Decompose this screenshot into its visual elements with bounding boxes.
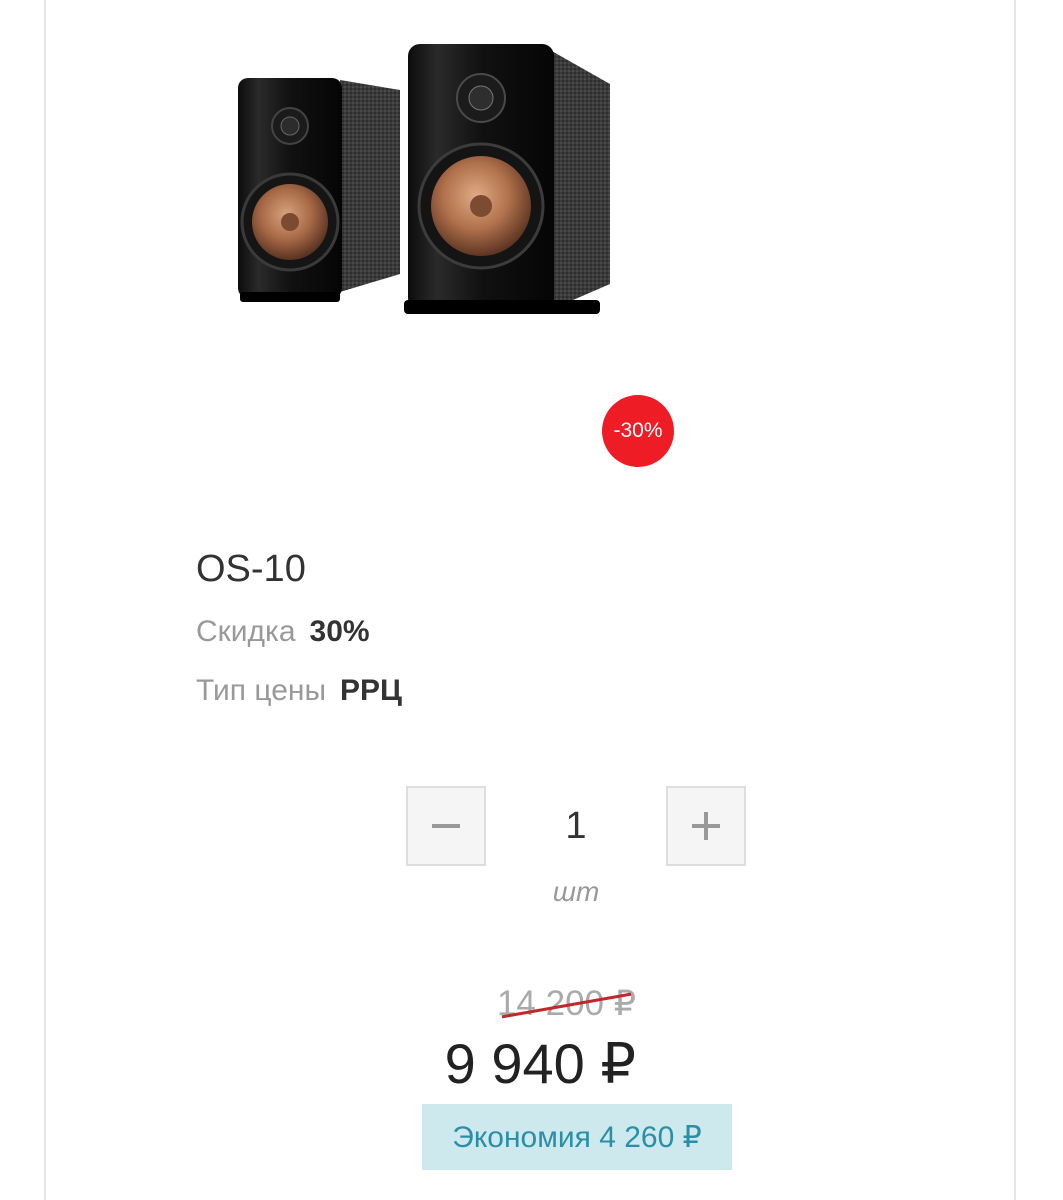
plus-icon (692, 812, 720, 840)
discount-badge: -30% (602, 395, 674, 467)
discount-row: Скидка 30% (196, 612, 370, 652)
quantity-decrease-button[interactable] (406, 786, 486, 866)
quantity-increase-button[interactable] (666, 786, 746, 866)
product-title[interactable]: OS-10 (196, 545, 306, 593)
minus-icon (432, 824, 460, 828)
product-card: -30% OS-10 Скидка 30% Тип цены РРЦ шт (44, 0, 1016, 1200)
old-price: 14 200 ₽ (497, 984, 636, 1024)
page: -30% OS-10 Скидка 30% Тип цены РРЦ шт (0, 0, 1063, 1200)
product-image[interactable] (232, 34, 612, 334)
discount-label: Скидка (196, 615, 296, 648)
price-type-value: РРЦ (340, 674, 402, 707)
savings-badge: Экономия 4 260 ₽ (422, 1104, 732, 1170)
discount-value: 30% (309, 615, 370, 648)
price-type-row: Тип цены РРЦ (196, 671, 402, 711)
price-type-label: Тип цены (196, 674, 327, 707)
quantity-unit: шт (552, 876, 600, 907)
quantity-input[interactable] (486, 786, 666, 866)
current-price: 9 940 ₽ (444, 1032, 636, 1095)
